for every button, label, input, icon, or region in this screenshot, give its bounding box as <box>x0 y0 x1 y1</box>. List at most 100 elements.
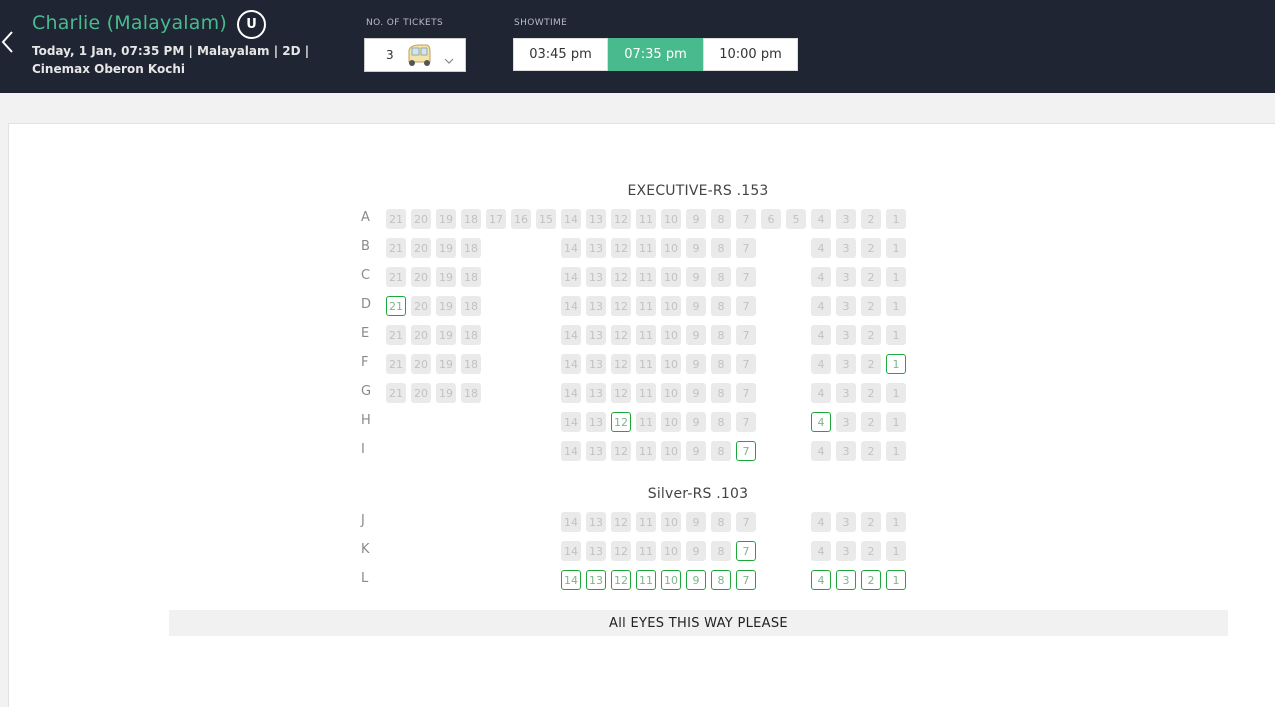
seat-e-7: 7 <box>736 325 756 345</box>
seat-d-18: 18 <box>461 296 481 316</box>
seat-d-3: 3 <box>836 296 856 316</box>
seat-h-12[interactable]: 12 <box>611 412 631 432</box>
seat-l-7[interactable]: 7 <box>736 570 756 590</box>
seat-k-4: 4 <box>811 541 831 561</box>
seat-a-6: 6 <box>761 209 781 229</box>
row-label-b: B <box>361 239 370 254</box>
seat-k-8: 8 <box>711 541 731 561</box>
seat-c-20: 20 <box>411 267 431 287</box>
seat-l-10[interactable]: 10 <box>661 570 681 590</box>
seat-k-7[interactable]: 7 <box>736 541 756 561</box>
seat-l-11[interactable]: 11 <box>636 570 656 590</box>
seat-d-8: 8 <box>711 296 731 316</box>
seat-l-1[interactable]: 1 <box>886 570 906 590</box>
seat-g-18: 18 <box>461 383 481 403</box>
seat-c-8: 8 <box>711 267 731 287</box>
seat-l-14[interactable]: 14 <box>561 570 581 590</box>
seat-d-11: 11 <box>636 296 656 316</box>
showtime-option-1[interactable]: 03:45 pm <box>513 38 608 71</box>
seat-j-12: 12 <box>611 512 631 532</box>
seat-f-3: 3 <box>836 354 856 374</box>
seat-b-18: 18 <box>461 238 481 258</box>
seat-d-9: 9 <box>686 296 706 316</box>
seat-a-5: 5 <box>786 209 806 229</box>
tickets-value: 3 <box>386 48 394 62</box>
showtime-option-2[interactable]: 07:35 pm <box>608 38 703 71</box>
seat-k-13: 13 <box>586 541 606 561</box>
seat-g-11: 11 <box>636 383 656 403</box>
seat-i-10: 10 <box>661 441 681 461</box>
seat-a-7: 7 <box>736 209 756 229</box>
seat-c-7: 7 <box>736 267 756 287</box>
seat-k-14: 14 <box>561 541 581 561</box>
top-bar: Charlie (Malayalam) U Today, 1 Jan, 07:3… <box>0 0 1275 93</box>
seat-a-12: 12 <box>611 209 631 229</box>
row-label-k: K <box>361 542 370 557</box>
seat-b-8: 8 <box>711 238 731 258</box>
seat-h-4[interactable]: 4 <box>811 412 831 432</box>
seat-e-9: 9 <box>686 325 706 345</box>
seat-a-11: 11 <box>636 209 656 229</box>
seat-e-14: 14 <box>561 325 581 345</box>
seat-b-4: 4 <box>811 238 831 258</box>
seat-f-12: 12 <box>611 354 631 374</box>
seat-f-1[interactable]: 1 <box>886 354 906 374</box>
seat-d-20: 20 <box>411 296 431 316</box>
seat-c-3: 3 <box>836 267 856 287</box>
back-arrow-icon[interactable] <box>0 28 16 56</box>
seat-i-14: 14 <box>561 441 581 461</box>
seat-g-4: 4 <box>811 383 831 403</box>
chevron-down-icon <box>444 50 454 69</box>
seat-a-19: 19 <box>436 209 456 229</box>
seat-b-2: 2 <box>861 238 881 258</box>
seat-l-13[interactable]: 13 <box>586 570 606 590</box>
seat-i-11: 11 <box>636 441 656 461</box>
row-label-h: H <box>361 413 371 428</box>
seat-l-8[interactable]: 8 <box>711 570 731 590</box>
seat-k-11: 11 <box>636 541 656 561</box>
seat-a-4: 4 <box>811 209 831 229</box>
seat-h-11: 11 <box>636 412 656 432</box>
seat-e-19: 19 <box>436 325 456 345</box>
seat-a-10: 10 <box>661 209 681 229</box>
seat-h-7: 7 <box>736 412 756 432</box>
seat-c-11: 11 <box>636 267 656 287</box>
seat-c-14: 14 <box>561 267 581 287</box>
screen-indicator: All EYES THIS WAY PLEASE <box>169 610 1228 636</box>
seat-f-2: 2 <box>861 354 881 374</box>
seat-a-17: 17 <box>486 209 506 229</box>
seat-e-2: 2 <box>861 325 881 345</box>
seat-d-4: 4 <box>811 296 831 316</box>
seat-b-14: 14 <box>561 238 581 258</box>
seat-c-10: 10 <box>661 267 681 287</box>
seat-b-20: 20 <box>411 238 431 258</box>
row-label-j: J <box>361 513 365 528</box>
seat-f-14: 14 <box>561 354 581 374</box>
row-label-l: L <box>361 571 369 586</box>
row-label-f: F <box>361 355 369 370</box>
seat-l-12[interactable]: 12 <box>611 570 631 590</box>
seat-l-2[interactable]: 2 <box>861 570 881 590</box>
seat-g-19: 19 <box>436 383 456 403</box>
seat-f-7: 7 <box>736 354 756 374</box>
seat-l-9[interactable]: 9 <box>686 570 706 590</box>
seat-i-3: 3 <box>836 441 856 461</box>
seat-k-2: 2 <box>861 541 881 561</box>
tickets-dropdown[interactable]: 3 <box>364 38 466 72</box>
section-title-silver: Silver-RS .103 <box>647 486 749 502</box>
seat-l-4[interactable]: 4 <box>811 570 831 590</box>
seat-h-2: 2 <box>861 412 881 432</box>
seat-d-21[interactable]: 21 <box>386 296 406 316</box>
seat-d-12: 12 <box>611 296 631 316</box>
seat-i-1: 1 <box>886 441 906 461</box>
seat-j-13: 13 <box>586 512 606 532</box>
row-label-g: G <box>361 384 372 399</box>
showtime-option-3[interactable]: 10:00 pm <box>703 38 798 71</box>
seat-g-7: 7 <box>736 383 756 403</box>
seat-a-3: 3 <box>836 209 856 229</box>
seat-l-3[interactable]: 3 <box>836 570 856 590</box>
seat-a-16: 16 <box>511 209 531 229</box>
seat-i-7[interactable]: 7 <box>736 441 756 461</box>
seat-d-1: 1 <box>886 296 906 316</box>
seat-j-9: 9 <box>686 512 706 532</box>
